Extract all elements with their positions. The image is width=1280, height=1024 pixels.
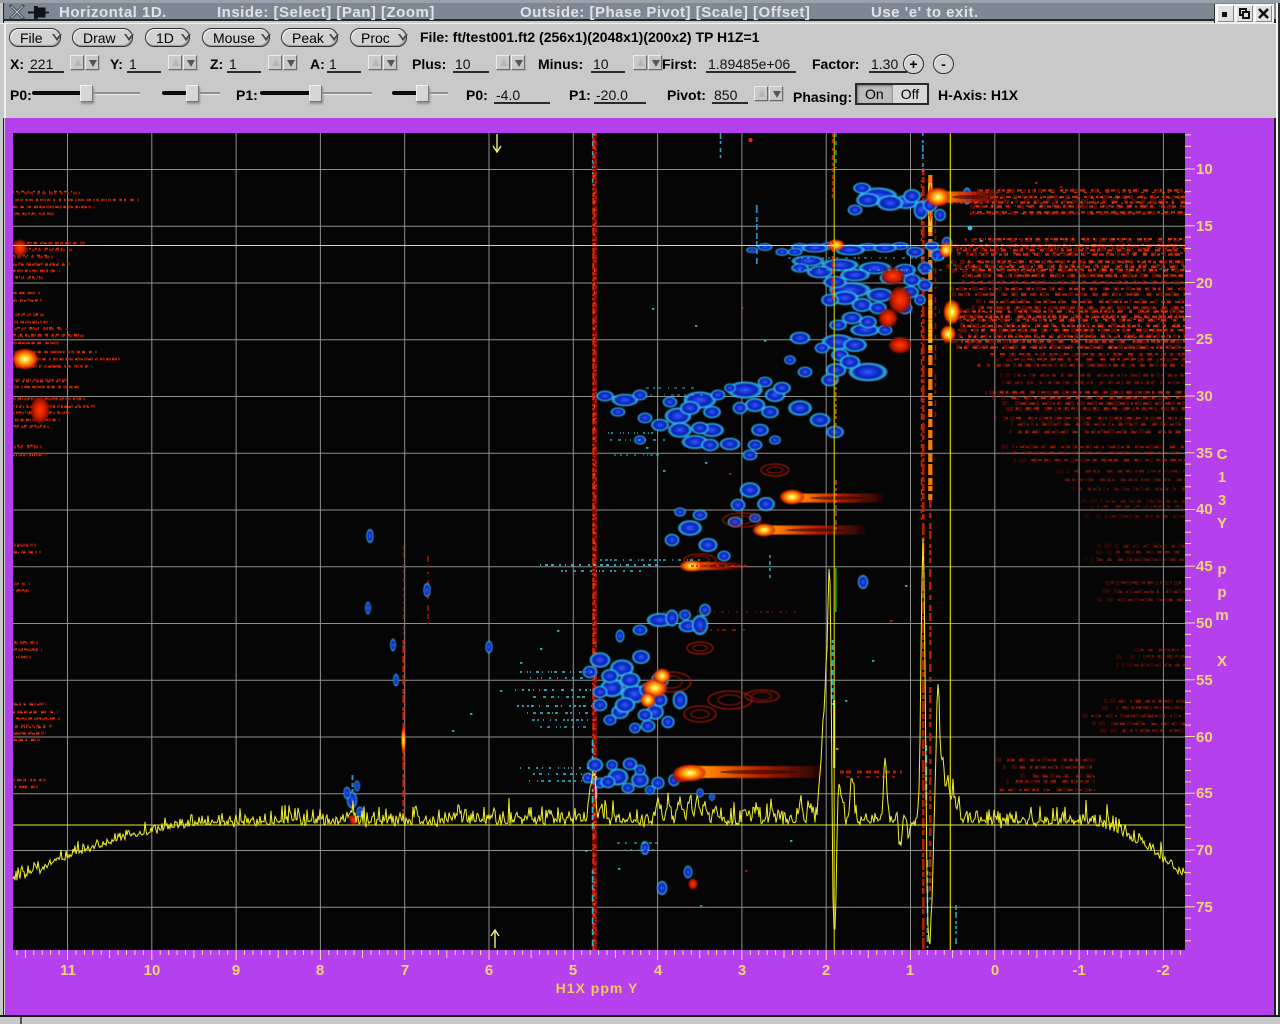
svg-text:25: 25	[1196, 331, 1213, 348]
svg-text:10: 10	[144, 962, 161, 979]
svg-text:1: 1	[1218, 469, 1226, 486]
svg-text:70: 70	[1196, 842, 1213, 859]
svg-text:75: 75	[1196, 899, 1213, 916]
svg-text:7: 7	[401, 962, 409, 979]
svg-text:H1X ppm Y: H1X ppm Y	[556, 980, 639, 996]
svg-text:5: 5	[569, 962, 577, 979]
svg-text:X: X	[1217, 653, 1227, 670]
svg-text:35: 35	[1196, 445, 1213, 462]
svg-text:8: 8	[316, 962, 324, 979]
svg-text:C: C	[1217, 446, 1228, 463]
svg-text:m: m	[1215, 607, 1228, 624]
svg-text:55: 55	[1196, 672, 1213, 689]
svg-text:65: 65	[1196, 785, 1213, 802]
svg-text:30: 30	[1196, 388, 1213, 405]
svg-text:Y: Y	[1217, 515, 1227, 532]
svg-text:-2: -2	[1156, 962, 1169, 979]
svg-text:2: 2	[822, 962, 830, 979]
svg-text:60: 60	[1196, 729, 1213, 746]
svg-text:15: 15	[1196, 218, 1213, 235]
svg-text:1: 1	[906, 962, 914, 979]
svg-text:3: 3	[1218, 492, 1226, 509]
svg-text:3: 3	[738, 962, 746, 979]
svg-text:-1: -1	[1072, 962, 1085, 979]
svg-text:50: 50	[1196, 615, 1213, 632]
svg-text:0: 0	[991, 962, 999, 979]
svg-text:11: 11	[60, 962, 76, 979]
svg-text:40: 40	[1196, 501, 1213, 518]
svg-text:p: p	[1217, 561, 1226, 578]
svg-text:p: p	[1217, 584, 1226, 601]
svg-text:10: 10	[1196, 161, 1213, 178]
svg-text:45: 45	[1196, 558, 1213, 575]
svg-text:9: 9	[232, 962, 240, 979]
svg-text:20: 20	[1196, 275, 1213, 292]
svg-text:6: 6	[485, 962, 493, 979]
svg-text:4: 4	[654, 962, 663, 979]
